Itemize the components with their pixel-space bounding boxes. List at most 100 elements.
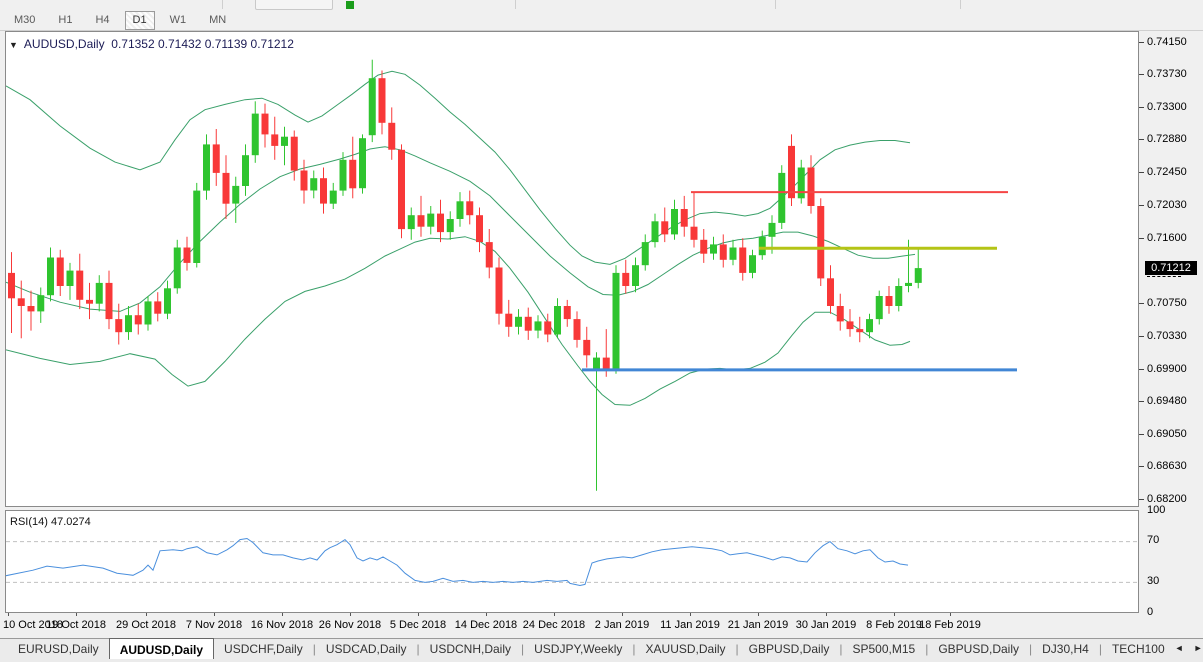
bollinger-bands [6, 71, 915, 405]
candle-body [340, 160, 347, 191]
date-axis-label: 24 Dec 2018 [521, 619, 587, 631]
candle-body [574, 319, 581, 340]
candle-body [106, 283, 113, 319]
candle-body [505, 314, 512, 327]
candle-body [613, 273, 620, 369]
tab-scroll-left-icon[interactable]: ◄ [1175, 643, 1184, 653]
toolbar-separator [960, 0, 961, 9]
candle-body [564, 306, 571, 319]
candle-body [154, 301, 161, 313]
date-tick [76, 613, 77, 616]
candle-body [96, 283, 103, 304]
chart-tab-sp500-m15[interactable]: SP500,M15 [842, 639, 925, 660]
price-axis-label: 0.68630 [1147, 460, 1187, 472]
price-axis-label: 0.69480 [1147, 395, 1187, 407]
price-axis-label: 0.71600 [1147, 232, 1187, 244]
rsi-indicator-pane[interactable] [5, 510, 1139, 613]
candle-body [778, 173, 785, 223]
date-axis-label: 18 Feb 2019 [917, 619, 983, 631]
candlestick-chart[interactable] [6, 32, 1138, 506]
date-axis-label: 30 Jan 2019 [793, 619, 859, 631]
rsi-scale-label: 100 [1147, 504, 1165, 516]
candle-body [681, 209, 688, 227]
date-axis-label: 16 Nov 2018 [249, 619, 315, 631]
candle-body [476, 215, 483, 242]
chart-tab-usdchf-daily[interactable]: USDCHF,Daily [214, 639, 313, 660]
price-axis[interactable]: 0.741500.737300.733000.728800.724500.720… [1139, 31, 1203, 507]
chart-tab-usdcnh-daily[interactable]: USDCNH,Daily [420, 639, 521, 660]
date-tick [214, 613, 215, 616]
chart-tab-usdcad-daily[interactable]: USDCAD,Daily [316, 639, 417, 660]
date-tick [554, 613, 555, 616]
toolbar-separator [775, 0, 776, 9]
price-tick [1139, 369, 1144, 370]
candle-body [262, 114, 269, 135]
candle-body [535, 321, 542, 330]
candle-body [603, 358, 610, 370]
chart-tab-gbpusd-daily[interactable]: GBPUSD,Daily [928, 639, 1029, 660]
chart-tab-eurusd-daily[interactable]: EURUSD,Daily [8, 639, 109, 660]
candle-body [437, 214, 444, 233]
chart-tab-dj30-h4[interactable]: DJ30,H4 [1032, 639, 1099, 660]
toolbar-button[interactable] [255, 0, 333, 10]
price-axis-label: 0.72450 [1147, 166, 1187, 178]
candle-body [242, 155, 249, 186]
chart-tab-tech100[interactable]: TECH100 [1102, 639, 1175, 660]
candle-body [47, 258, 54, 296]
candle-body [466, 201, 473, 215]
price-axis-label: 0.72880 [1147, 133, 1187, 145]
tf-button-h4[interactable]: H4 [87, 11, 117, 30]
price-tick [1139, 107, 1144, 108]
price-axis-label: 0.69050 [1147, 428, 1187, 440]
rsi-indicator-label: RSI(14) 47.0274 [10, 516, 91, 528]
chart-ohlc-values: 0.71352 0.71432 0.71139 0.71212 [111, 37, 294, 51]
candle-body [691, 227, 698, 240]
rsi-scale-label: 0 [1147, 606, 1153, 618]
chart-symbol-label: AUDUSD,Daily [24, 37, 105, 51]
tf-button-mn[interactable]: MN [201, 11, 234, 30]
date-axis[interactable]: 10 Oct 201819 Oct 201829 Oct 20187 Nov 2… [0, 613, 1203, 638]
main-chart-pane[interactable] [5, 31, 1139, 507]
tf-button-m30[interactable]: M30 [6, 11, 43, 30]
date-tick [894, 613, 895, 616]
candle-body [525, 317, 532, 331]
tf-button-d1[interactable]: D1 [125, 11, 155, 30]
chart-tab-bar: EURUSD,DailyAUDUSD,DailyUSDCHF,Daily|USD… [0, 638, 1203, 662]
rsi-scale-label: 30 [1147, 575, 1159, 587]
date-tick [486, 613, 487, 616]
date-axis-label: 5 Dec 2018 [385, 619, 451, 631]
candle-body [291, 137, 298, 171]
date-axis-label: 26 Nov 2018 [317, 619, 383, 631]
price-tick [1139, 466, 1144, 467]
candle-body [847, 321, 854, 329]
candle-body [661, 221, 668, 234]
rsi-chart[interactable] [6, 511, 1138, 612]
price-tick [1139, 205, 1144, 206]
price-tick [1139, 336, 1144, 337]
current-price-marker: 0.71212 [1145, 261, 1197, 275]
date-tick [418, 613, 419, 616]
chart-tab-usdjpy-weekly[interactable]: USDJPY,Weekly [524, 639, 632, 660]
candle-body [622, 273, 629, 286]
date-tick [622, 613, 623, 616]
date-tick [350, 613, 351, 616]
candle-body [8, 273, 15, 298]
candle-body [18, 298, 25, 306]
candle-body [115, 319, 122, 332]
chart-tab-gbpusd-daily[interactable]: GBPUSD,Daily [739, 639, 840, 660]
candle-body [320, 178, 327, 203]
tab-scroll-right-icon[interactable]: ► [1194, 643, 1203, 653]
chart-dropdown-icon[interactable]: ▼ [9, 40, 18, 50]
candle-body [769, 223, 776, 237]
tf-button-w1[interactable]: W1 [162, 11, 195, 30]
price-tick [1139, 74, 1144, 75]
chart-tab-xauusd-daily[interactable]: XAUUSD,Daily [636, 639, 736, 660]
tf-button-h1[interactable]: H1 [50, 11, 80, 30]
candle-body [788, 146, 795, 198]
price-tick [1139, 42, 1144, 43]
date-axis-label: 2 Jan 2019 [589, 619, 655, 631]
candle-body [281, 137, 288, 146]
timeframe-toolbar: M30 H1 H4 D1 W1 MN [0, 10, 1203, 31]
candle-body [271, 134, 278, 146]
chart-tab-audusd-daily[interactable]: AUDUSD,Daily [109, 638, 214, 659]
